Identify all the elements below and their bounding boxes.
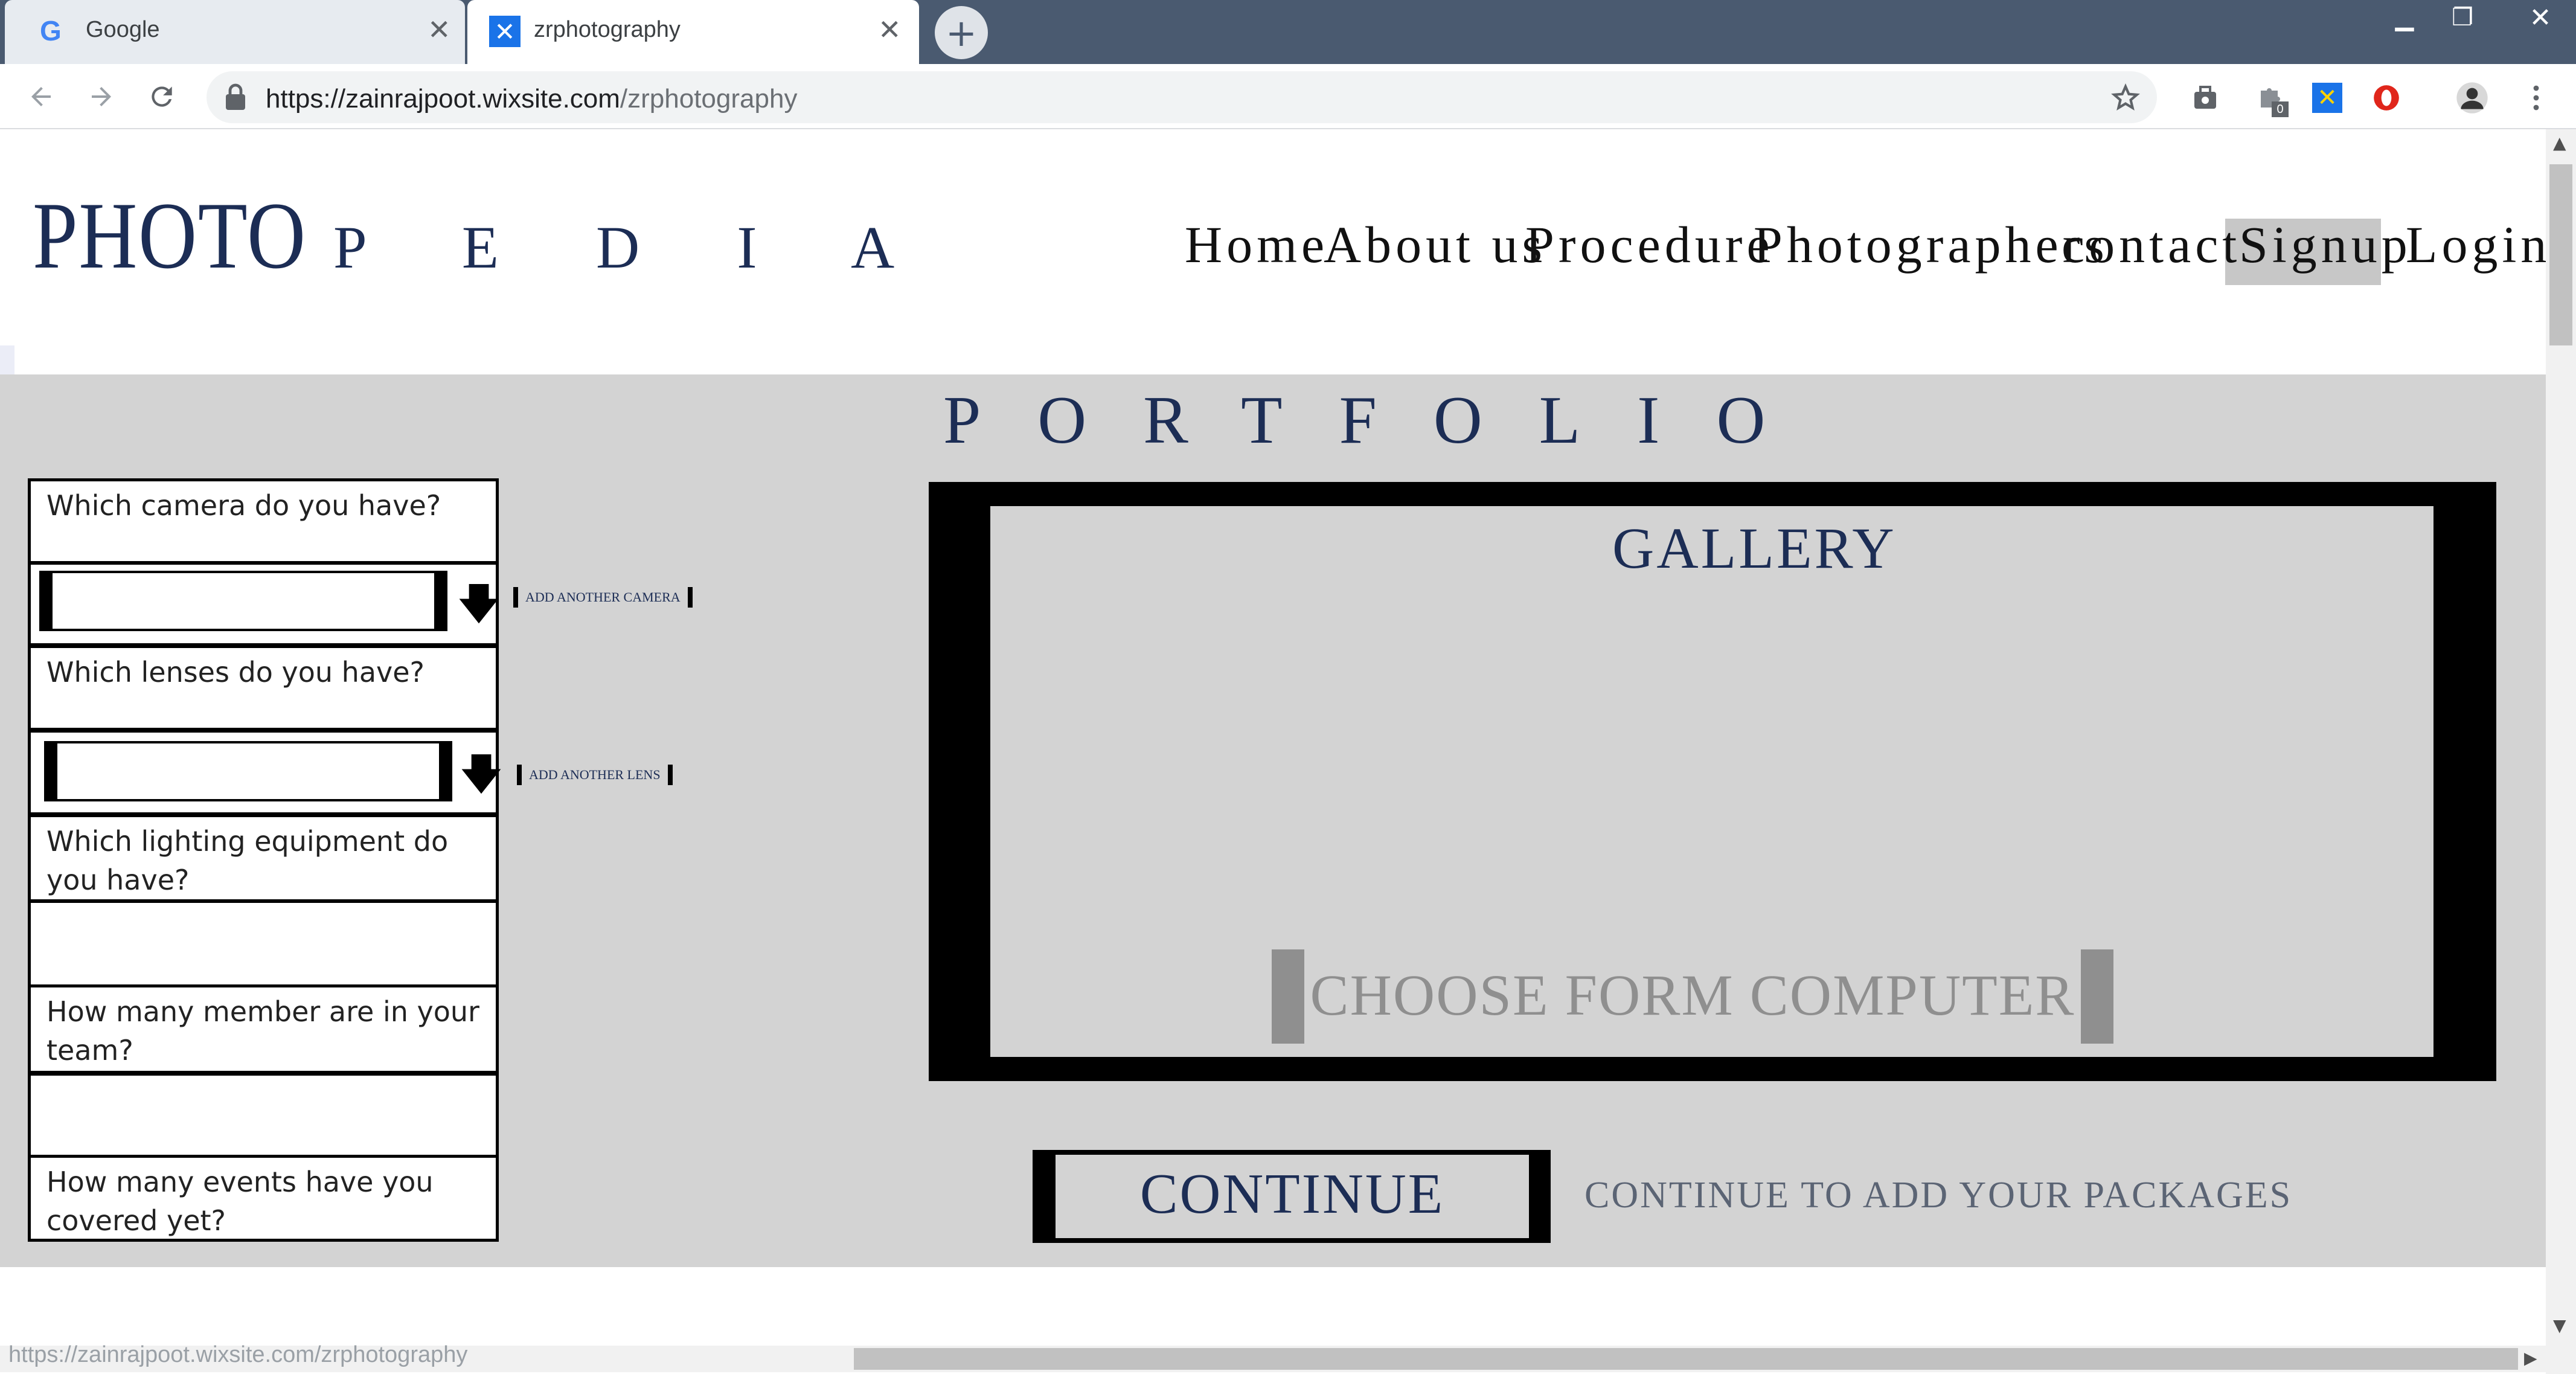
opera-extension-icon[interactable] bbox=[2369, 81, 2403, 115]
url-path: /zrphotography bbox=[620, 84, 798, 114]
nav-login[interactable]: Login bbox=[2406, 219, 2551, 271]
restore-icon[interactable]: ❐ bbox=[2436, 0, 2489, 35]
badge-count-icon: 0 bbox=[2272, 101, 2289, 117]
events-question: How many events have you covered yet? bbox=[28, 1155, 499, 1242]
continue-note: CONTINUE TO ADD YOUR PACKAGES bbox=[1584, 1175, 2293, 1216]
new-tab-button[interactable]: + bbox=[935, 6, 988, 59]
dropdown-arrow-icon[interactable]: 🡇 bbox=[457, 583, 501, 625]
camera-select-field[interactable] bbox=[39, 571, 447, 631]
add-camera-button[interactable]: ADD ANOTHER CAMERA bbox=[513, 587, 693, 608]
window-close-icon[interactable]: ✕ bbox=[2505, 0, 2576, 35]
tab-google[interactable]: G Google ✕ bbox=[5, 0, 465, 64]
back-button[interactable] bbox=[23, 79, 59, 115]
scroll-right-arrow-icon[interactable]: ▶ bbox=[2524, 1348, 2537, 1368]
forward-button[interactable] bbox=[83, 79, 120, 115]
lenses-select-field[interactable] bbox=[44, 741, 452, 801]
team-input[interactable] bbox=[28, 1073, 499, 1158]
url-text[interactable]: https://zainrajpoot.wixsite.com/zrphotog… bbox=[266, 84, 797, 114]
forward-arrow-icon bbox=[92, 87, 111, 106]
lenses-select[interactable]: 🡇 bbox=[28, 730, 503, 815]
continue-button-label[interactable]: CONTINUE bbox=[1056, 1166, 1529, 1222]
nav-home[interactable]: Home bbox=[1185, 219, 1328, 271]
close-tab-icon[interactable]: ✕ bbox=[878, 13, 902, 46]
lighting-input[interactable] bbox=[28, 900, 499, 988]
dropdown-arrow-icon[interactable]: 🡇 bbox=[460, 753, 503, 795]
lighting-question: Which lighting equipment do you have? bbox=[28, 814, 499, 902]
logo-pedia: P E D I A bbox=[333, 214, 936, 281]
nav-photographers[interactable]: Photographers bbox=[1754, 219, 2109, 271]
tab-title: Google bbox=[86, 17, 160, 42]
lock-icon[interactable] bbox=[225, 83, 251, 111]
extension-puzzle-icon[interactable]: 0 bbox=[2254, 81, 2289, 117]
nav-signup[interactable]: Signup bbox=[2239, 219, 2412, 271]
vertical-scroll-thumb[interactable] bbox=[2549, 164, 2572, 345]
team-question: How many member are in your team? bbox=[28, 984, 499, 1074]
tab-zrphotography[interactable]: ✕ zrphotography ✕ bbox=[467, 0, 919, 64]
camera-question: Which camera do you have? bbox=[28, 478, 499, 564]
nav-about-us[interactable]: About us bbox=[1324, 219, 1546, 271]
add-lens-button[interactable]: ADD ANOTHER LENS bbox=[517, 765, 673, 785]
tab-title: zrphotography bbox=[534, 17, 681, 42]
wix-extension-icon[interactable]: ✕ bbox=[2310, 81, 2344, 115]
close-tab-icon[interactable]: ✕ bbox=[428, 13, 451, 46]
url-host: https://zainrajpoot.wixsite.com bbox=[266, 84, 620, 114]
wix-x-icon: ✕ bbox=[489, 16, 521, 47]
horizontal-scroll-thumb[interactable] bbox=[854, 1348, 2518, 1370]
reload-icon bbox=[152, 86, 172, 107]
status-bar-url: https://zainrajpoot.wixsite.com/zrphotog… bbox=[8, 1342, 468, 1367]
menu-kebab-icon[interactable] bbox=[2519, 81, 2553, 115]
portfolio-heading: PORTFOLIO bbox=[943, 383, 1822, 458]
reload-button[interactable] bbox=[144, 79, 180, 115]
profile-avatar-icon[interactable] bbox=[2455, 81, 2489, 115]
scroll-up-arrow-icon[interactable]: ▲ bbox=[2553, 133, 2566, 153]
bookmark-star-icon[interactable] bbox=[2109, 81, 2142, 115]
logo-photo[interactable]: PHOTO bbox=[33, 188, 307, 284]
nav-contact[interactable]: contact bbox=[2062, 219, 2241, 271]
choose-button-label[interactable]: CHOOSE FORM COMPUTER bbox=[1304, 966, 2081, 1024]
minimize-icon[interactable]: ▁ bbox=[2378, 0, 2431, 35]
nav-procedure[interactable]: Procedure bbox=[1525, 219, 1774, 271]
camera-select[interactable]: 🡇 bbox=[28, 562, 501, 646]
lenses-question: Which lenses do you have? bbox=[28, 645, 499, 731]
google-g-icon: G bbox=[40, 15, 62, 47]
back-arrow-icon bbox=[31, 87, 51, 106]
extension-bag-icon[interactable] bbox=[2188, 81, 2222, 115]
page-edge-marker bbox=[0, 345, 14, 374]
gallery-title: GALLERY bbox=[1612, 516, 1897, 580]
scroll-down-arrow-icon[interactable]: ▼ bbox=[2553, 1315, 2566, 1335]
window-controls: ▁ ❐ ✕ bbox=[2378, 0, 2576, 35]
